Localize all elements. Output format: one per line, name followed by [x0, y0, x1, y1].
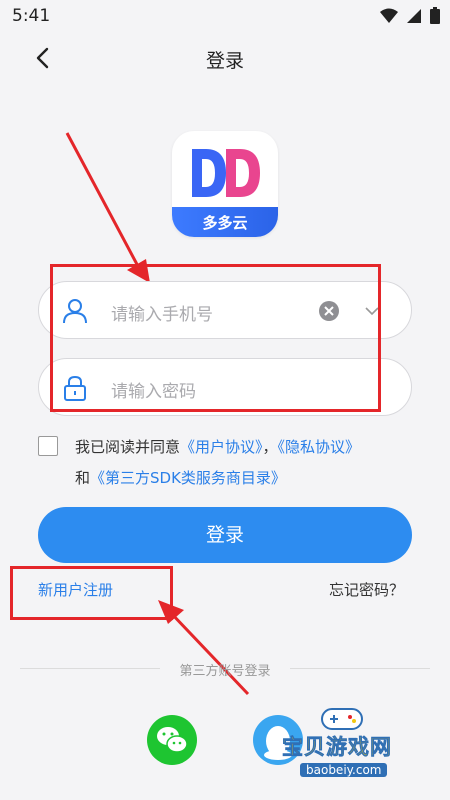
forgot-password-link[interactable]: 忘记密码？ [329, 579, 404, 600]
wechat-login-button[interactable] [147, 715, 197, 765]
gamepad-icon [321, 708, 363, 730]
wechat-icon [157, 727, 188, 753]
user-agreement-link[interactable]: 《用户协议》 [180, 438, 263, 456]
agreement-prefix: 我已阅读并同意 [75, 438, 181, 456]
logo-text: 多多云 [202, 214, 248, 232]
annotation-box-register [10, 566, 173, 620]
app-logo: 多多云 [172, 131, 278, 237]
watermark-url: baobeiy.com [300, 763, 388, 777]
sdk-list-link[interactable]: 《第三方SDK类服务商目录》 [90, 469, 286, 487]
agreement-line-2: 和《第三方SDK类服务商目录》 [75, 467, 286, 488]
login-button[interactable]: 登录 [38, 507, 412, 563]
dd-logo-icon [192, 149, 260, 197]
agreement-and: 和 [75, 469, 91, 487]
privacy-link[interactable]: 《隐私协议》 [278, 438, 361, 456]
third-party-label: 第三方账号登录 [179, 664, 271, 679]
watermark-title: 宝贝游戏网 [282, 735, 392, 760]
annotation-box-fields [50, 264, 381, 412]
agreement-line-1: 我已阅读并同意《用户协议》，《隐私协议》 [75, 436, 360, 457]
agree-checkbox[interactable] [38, 436, 58, 456]
agreement-sep: ， [262, 438, 278, 456]
logo-band: 多多云 [172, 207, 278, 237]
